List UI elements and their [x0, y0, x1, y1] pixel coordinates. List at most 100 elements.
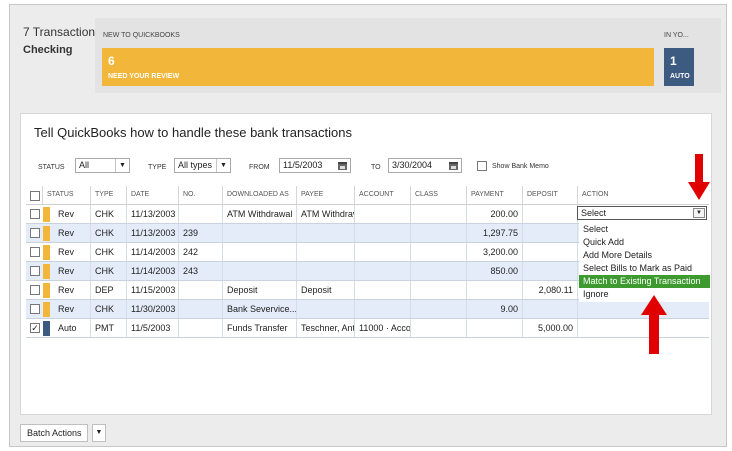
auto-count: 1: [670, 54, 677, 68]
to-date-label: TO: [371, 164, 381, 171]
need-review-tile[interactable]: 6 NEED YOUR REVIEW: [102, 48, 654, 86]
column-header-status[interactable]: STATUS: [42, 186, 90, 204]
new-to-quickbooks-label: NEW TO QUICKBOOKS: [103, 32, 180, 39]
row-checkbox[interactable]: [30, 285, 40, 295]
column-header-deposit[interactable]: DEPOSIT: [522, 186, 577, 204]
row-checkbox[interactable]: [30, 266, 40, 276]
status-color-bar: [43, 283, 50, 298]
cell-deposit: 5,000.00: [522, 319, 577, 337]
row-checkbox[interactable]: [30, 247, 40, 257]
account-name: Checking: [23, 44, 73, 56]
to-date-field[interactable]: 3/30/2004: [388, 158, 462, 173]
table-row[interactable]: ✓ Auto PMT 11/5/2003 Funds Transfer Teschner,…: [26, 319, 709, 338]
cell-account: [354, 224, 410, 242]
column-header-date[interactable]: DATE: [126, 186, 178, 204]
cell-no: [178, 300, 222, 318]
column-header-payment[interactable]: PAYMENT: [466, 186, 522, 204]
cell-downloaded: Deposit: [222, 281, 296, 299]
column-header-no[interactable]: NO.: [178, 186, 222, 204]
chevron-down-icon: ▼: [693, 208, 705, 218]
row-checkbox[interactable]: ✓: [30, 323, 40, 333]
status-color-bar: [43, 302, 50, 317]
row-checkbox[interactable]: [30, 304, 40, 314]
row-checkbox[interactable]: [30, 228, 40, 238]
cell-status: Rev: [58, 209, 75, 219]
status-filter-select[interactable]: All ▼: [75, 158, 130, 173]
calendar-icon[interactable]: [449, 162, 458, 170]
column-header-account[interactable]: ACCOUNT: [354, 186, 410, 204]
cell-no: [178, 205, 222, 223]
cell-account: [354, 243, 410, 261]
action-option-match-existing[interactable]: Match to Existing Transaction: [579, 275, 710, 288]
auto-tile[interactable]: 1 AUTO: [664, 48, 694, 86]
cell-status: Auto: [58, 323, 77, 333]
cell-date: 11/13/2003: [126, 205, 178, 223]
action-option-select[interactable]: Select: [579, 223, 710, 236]
cell-deposit: [522, 205, 577, 223]
cell-class: [410, 262, 466, 280]
cell-no: [178, 319, 222, 337]
action-option-quick-add[interactable]: Quick Add: [579, 236, 710, 249]
panel-title: Tell QuickBooks how to handle these bank…: [34, 125, 352, 140]
cell-payee: [296, 300, 354, 318]
cell-class: [410, 319, 466, 337]
column-header-type[interactable]: TYPE: [90, 186, 126, 204]
cell-deposit: [522, 262, 577, 280]
cell-account: [354, 300, 410, 318]
from-date-field[interactable]: 11/5/2003: [279, 158, 351, 173]
cell-date: 11/30/2003: [126, 300, 178, 318]
status-color-bar: [43, 264, 50, 279]
cell-class: [410, 224, 466, 242]
chevron-down-icon: ▼: [115, 159, 129, 172]
cell-type: CHK: [90, 300, 126, 318]
row-checkbox[interactable]: [30, 209, 40, 219]
type-filter-value: All types: [178, 160, 213, 170]
cell-type: CHK: [90, 224, 126, 242]
cell-date: 11/14/2003: [126, 243, 178, 261]
cell-date: 11/5/2003: [126, 319, 178, 337]
cell-account: 11000 · Accou: [354, 319, 410, 337]
status-color-bar: [43, 245, 50, 260]
calendar-icon[interactable]: [338, 162, 347, 170]
cell-downloaded: [222, 243, 296, 261]
action-option-add-more-details[interactable]: Add More Details: [579, 249, 710, 262]
status-color-bar: [43, 207, 50, 222]
cell-payment: 850.00: [466, 262, 522, 280]
cell-no: 243: [178, 262, 222, 280]
from-date-value: 11/5/2003: [283, 160, 323, 170]
cell-class: [410, 243, 466, 261]
batch-actions-button[interactable]: Batch Actions: [20, 424, 88, 442]
cell-no: [178, 281, 222, 299]
type-filter-select[interactable]: All types ▼: [174, 158, 231, 173]
cell-status: Rev: [58, 266, 75, 276]
cell-downloaded: [222, 224, 296, 242]
column-header-downloaded-as[interactable]: DOWNLOADED AS: [222, 186, 296, 204]
table-row[interactable]: Rev CHK 11/30/2003 Bank Severvice... 9.00: [26, 300, 709, 319]
cell-payment: [466, 281, 522, 299]
cell-no: 242: [178, 243, 222, 261]
show-bank-memo-checkbox[interactable]: [477, 161, 487, 171]
cell-deposit: 2,080.11: [522, 281, 577, 299]
cell-type: CHK: [90, 205, 126, 223]
status-filter-value: All: [79, 160, 90, 170]
cell-type: DEP: [90, 281, 126, 299]
batch-actions-dropdown[interactable]: ▼: [92, 424, 106, 442]
action-dropdown-menu: Select Quick Add Add More Details Select…: [579, 222, 710, 302]
auto-label: AUTO: [670, 73, 690, 80]
action-select[interactable]: Select ▼: [577, 206, 707, 220]
chevron-down-icon: ▼: [95, 429, 103, 436]
select-all-checkbox[interactable]: [30, 191, 40, 201]
cell-type: CHK: [90, 243, 126, 261]
red-arrow-up-icon: [641, 295, 667, 354]
cell-payment: 200.00: [466, 205, 522, 223]
cell-class: [410, 205, 466, 223]
cell-account: [354, 281, 410, 299]
transactions-count-title: 7 Transactions: [23, 25, 102, 39]
column-header-class[interactable]: CLASS: [410, 186, 466, 204]
column-header-payee[interactable]: PAYEE: [296, 186, 354, 204]
cell-payee: Deposit: [296, 281, 354, 299]
cell-status: Rev: [58, 304, 75, 314]
cell-no: 239: [178, 224, 222, 242]
action-select-value: Select: [581, 208, 607, 218]
action-option-select-bills[interactable]: Select Bills to Mark as Paid: [579, 262, 710, 275]
